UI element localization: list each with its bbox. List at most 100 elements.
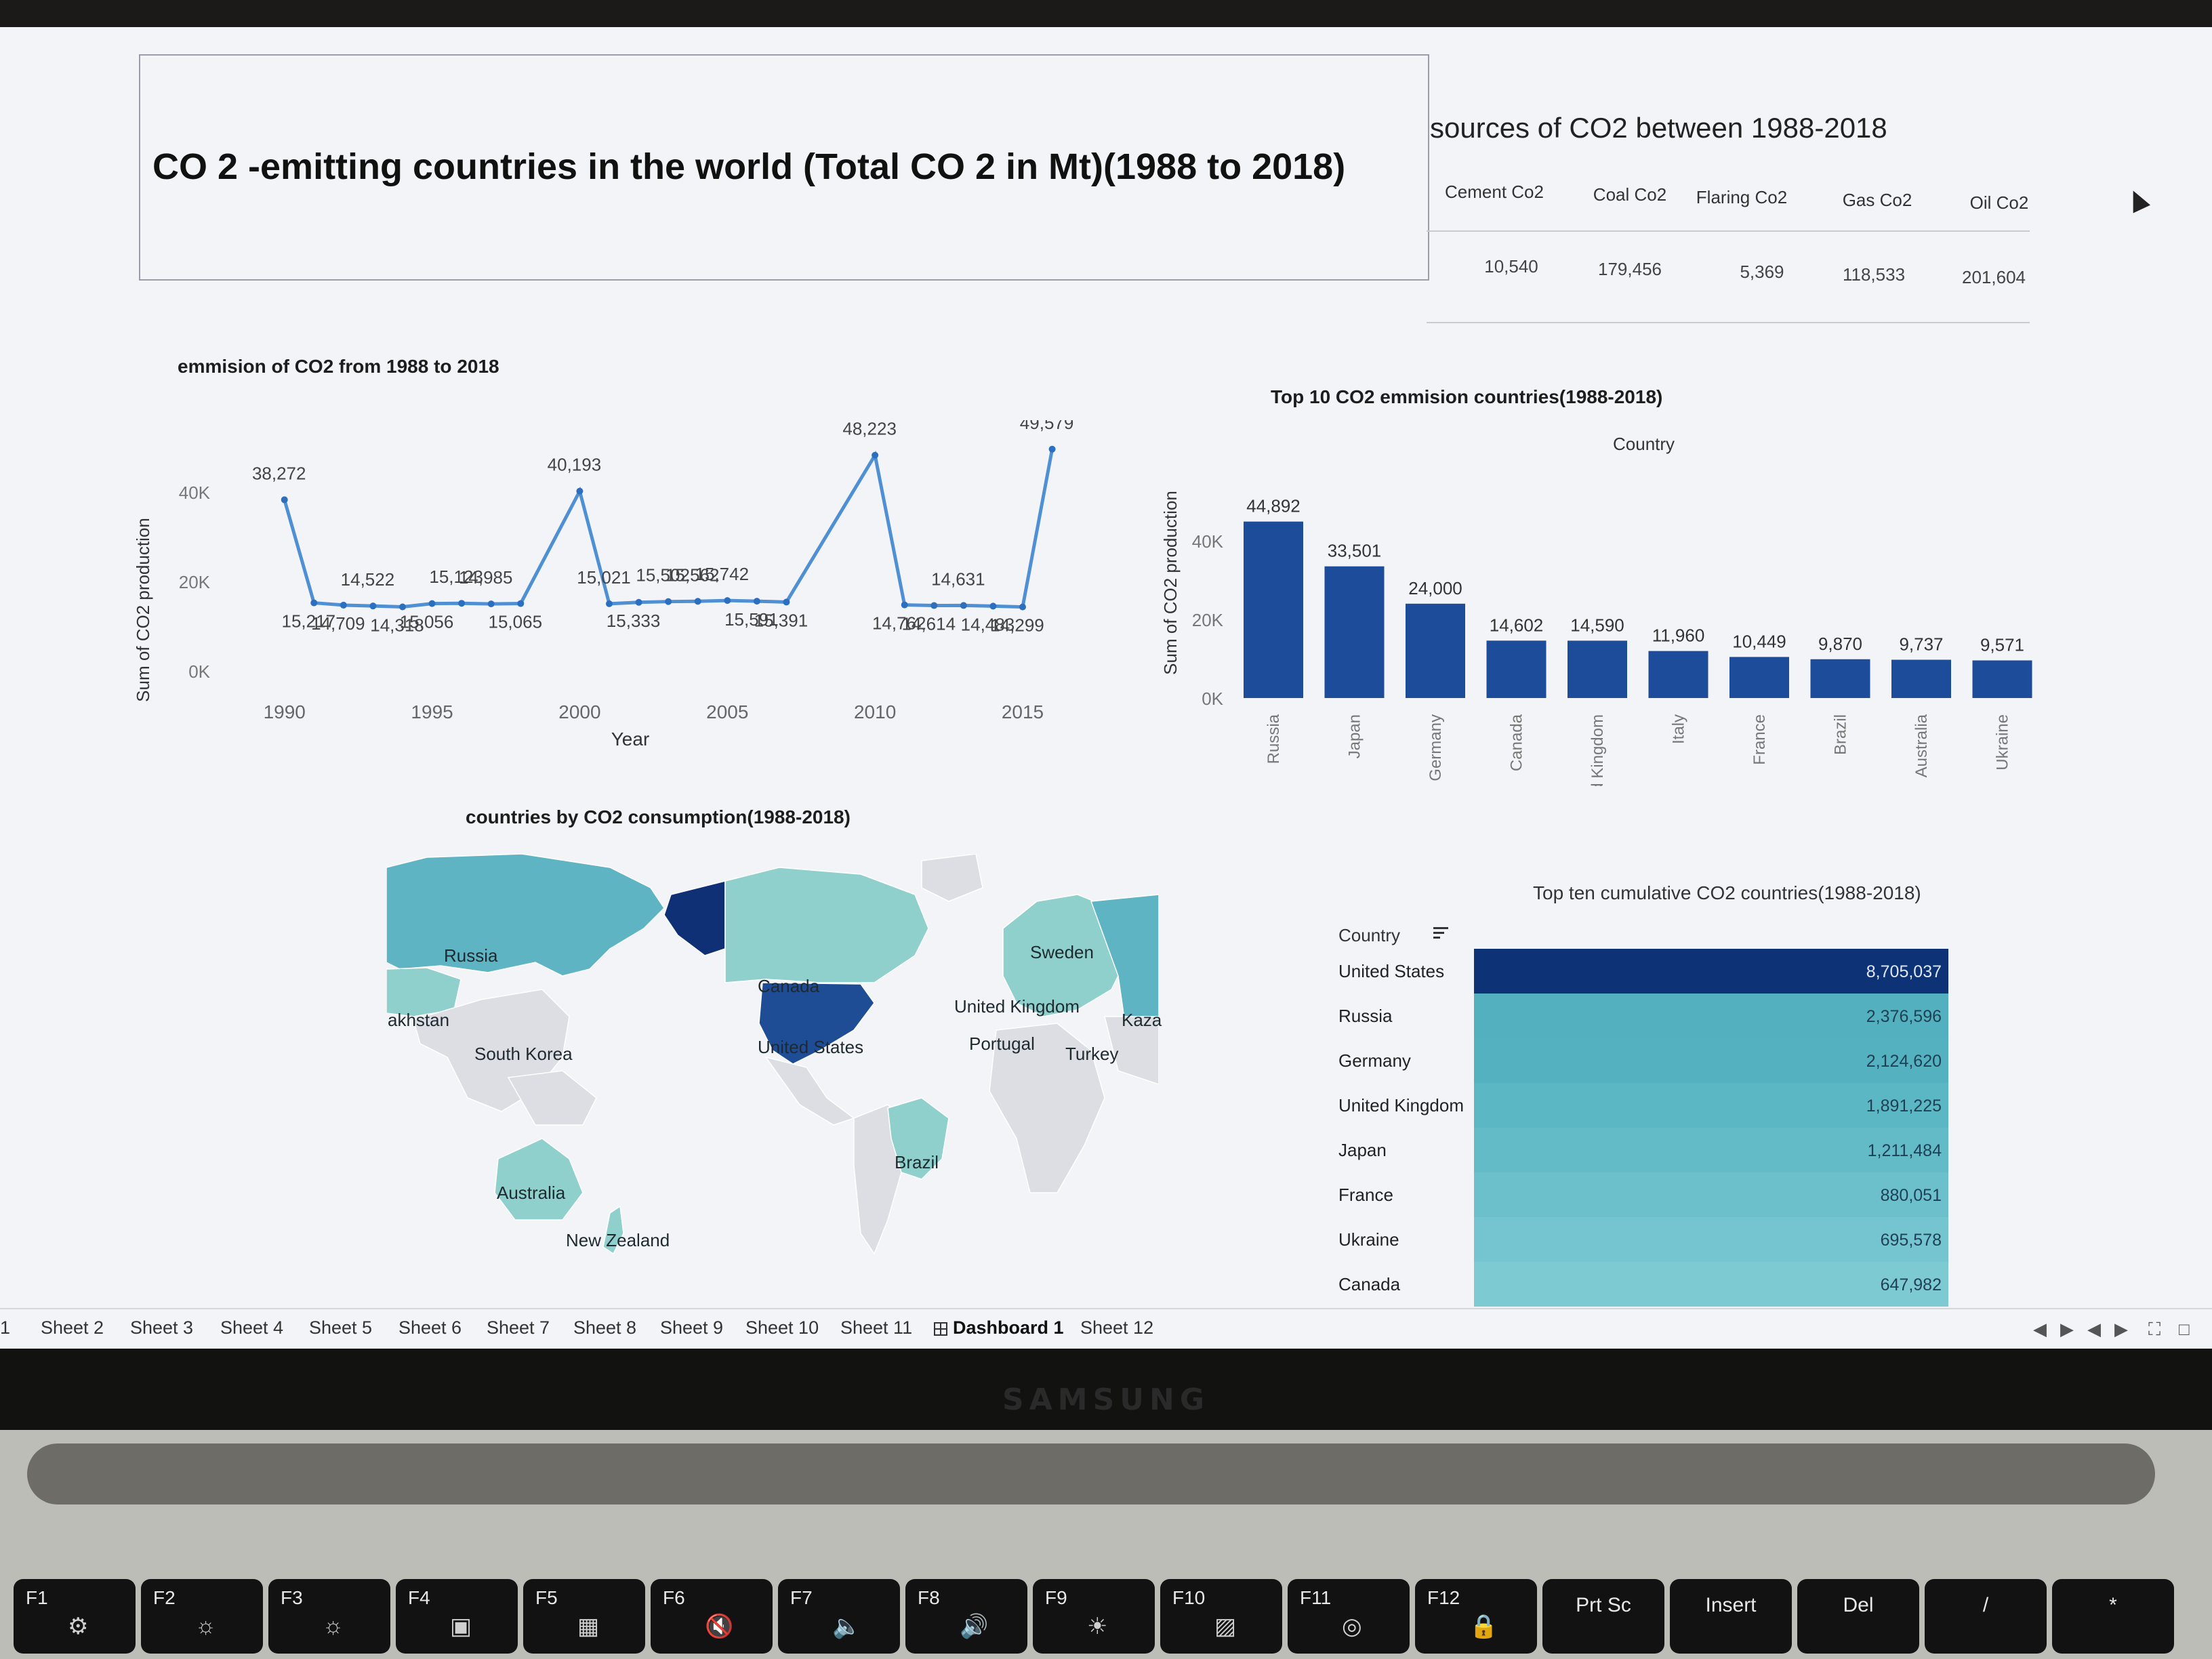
tab-scroll-end-icon[interactable]: ▶ bbox=[2114, 1319, 2128, 1340]
sort-icon[interactable] bbox=[1433, 927, 1448, 939]
tab-scroll-start-icon[interactable]: ◀ bbox=[2087, 1319, 2101, 1340]
map-title: countries by CO2 consumption(1988-2018) bbox=[466, 806, 851, 827]
table-header-country: Country bbox=[1338, 925, 1401, 945]
tab-sheet-2[interactable]: Sheet 2 bbox=[41, 1317, 104, 1338]
bar-data-label: 9,737 bbox=[1899, 634, 1943, 655]
bar-category-label: Brazil bbox=[1832, 714, 1850, 755]
line-point[interactable] bbox=[635, 598, 642, 606]
line-point[interactable] bbox=[487, 600, 495, 608]
bar[interactable] bbox=[1486, 640, 1547, 698]
line-point[interactable] bbox=[517, 600, 525, 607]
bar-y-tick: 0K bbox=[1202, 689, 1223, 709]
map-label: Kaza bbox=[1122, 1010, 1162, 1030]
line-point[interactable] bbox=[989, 602, 997, 610]
key-function-icon: ☀ bbox=[1087, 1614, 1108, 1639]
table-row-bar[interactable] bbox=[1474, 1217, 1948, 1262]
line-point[interactable] bbox=[960, 602, 967, 609]
bar-category-label: Australia bbox=[1912, 714, 1931, 777]
key-f11[interactable]: F11 ◎ bbox=[1288, 1579, 1410, 1654]
key-label: F5 bbox=[535, 1587, 558, 1608]
bar[interactable] bbox=[1324, 566, 1385, 698]
line-point[interactable] bbox=[340, 601, 347, 609]
tab-sheet-11[interactable]: Sheet 11 bbox=[840, 1317, 912, 1338]
map-label: akhstan bbox=[388, 1010, 450, 1030]
tab-sheet-10[interactable]: Sheet 10 bbox=[745, 1317, 819, 1338]
line-point[interactable] bbox=[872, 451, 879, 459]
tab-sheet-4[interactable]: Sheet 4 bbox=[220, 1317, 283, 1338]
key-f4[interactable]: F4 ▣ bbox=[396, 1579, 518, 1654]
bar[interactable] bbox=[1406, 603, 1465, 698]
bar-chart[interactable]: Sum of CO2 production 0K 20K 40K 44,892 Russi… bbox=[1152, 461, 2067, 786]
tab-sheet-7[interactable]: Sheet 7 bbox=[487, 1317, 550, 1338]
line-point[interactable] bbox=[724, 597, 731, 605]
key-insert[interactable]: Insert bbox=[1670, 1579, 1792, 1654]
key--[interactable]: * bbox=[2052, 1579, 2174, 1654]
bar[interactable] bbox=[1891, 659, 1951, 698]
tab-sheet-9[interactable]: Sheet 9 bbox=[660, 1317, 723, 1338]
tab-dashboard-1[interactable]: Dashboard 1 bbox=[934, 1317, 1064, 1338]
key--[interactable]: / bbox=[1925, 1579, 2047, 1654]
tab-scroll-right-icon[interactable]: ▶ bbox=[2060, 1319, 2074, 1340]
table-row-bar[interactable] bbox=[1474, 1262, 1948, 1307]
bar[interactable] bbox=[1568, 640, 1627, 698]
key-f8[interactable]: F8 🔊 bbox=[905, 1579, 1027, 1654]
present-icon[interactable]: □ bbox=[2179, 1319, 2190, 1340]
bar[interactable] bbox=[1648, 651, 1708, 698]
sources-val-coal: 179,456 bbox=[1598, 259, 1662, 279]
bar[interactable] bbox=[1244, 521, 1303, 698]
mouse-cursor-icon bbox=[2124, 186, 2151, 213]
key-f9[interactable]: F9 ☀ bbox=[1033, 1579, 1155, 1654]
line-point[interactable] bbox=[606, 600, 613, 607]
line-point[interactable] bbox=[399, 603, 406, 611]
key-label: F3 bbox=[281, 1587, 303, 1608]
line-point[interactable] bbox=[369, 602, 377, 610]
line-point[interactable] bbox=[901, 601, 908, 609]
bar-chart-header: Country bbox=[1613, 434, 1675, 454]
line-data-label: 38,272 bbox=[252, 463, 306, 483]
line-point[interactable] bbox=[930, 602, 938, 609]
line-point[interactable] bbox=[281, 496, 288, 504]
bar[interactable] bbox=[1810, 659, 1870, 698]
tab-sheet-5[interactable]: Sheet 5 bbox=[309, 1317, 372, 1338]
line-x-tick: 2015 bbox=[1002, 701, 1044, 722]
line-point[interactable] bbox=[310, 599, 318, 607]
key-f5[interactable]: F5 ▦ bbox=[523, 1579, 645, 1654]
bar[interactable] bbox=[1972, 660, 2032, 698]
key-f1[interactable]: F1 ⚙ bbox=[14, 1579, 136, 1654]
table-row-country: Ukraine bbox=[1338, 1229, 1399, 1250]
key-function-icon: ⚙ bbox=[68, 1614, 89, 1639]
tab-sheet-8[interactable]: Sheet 8 bbox=[573, 1317, 636, 1338]
sources-col-flaring: Flaring Co2 bbox=[1696, 187, 1788, 207]
tab-sheet-6[interactable]: Sheet 6 bbox=[398, 1317, 462, 1338]
key-prt-sc[interactable]: Prt Sc bbox=[1542, 1579, 1664, 1654]
bar[interactable] bbox=[1729, 657, 1789, 698]
line-point[interactable] bbox=[1019, 603, 1026, 611]
line-point[interactable] bbox=[783, 598, 790, 606]
line-point[interactable] bbox=[458, 600, 466, 607]
line-y-tick: 40K bbox=[179, 483, 211, 503]
line-point[interactable] bbox=[694, 598, 701, 605]
line-point[interactable] bbox=[753, 598, 760, 605]
tab-sheet-3[interactable]: Sheet 3 bbox=[130, 1317, 193, 1338]
key-f2[interactable]: F2 ☼ bbox=[141, 1579, 263, 1654]
line-point[interactable] bbox=[665, 598, 672, 605]
line-y-axis-label: Sum of CO2 production bbox=[133, 518, 153, 702]
table-row-bar[interactable] bbox=[1474, 1172, 1948, 1217]
key-f7[interactable]: F7 🔈 bbox=[778, 1579, 900, 1654]
key-f6[interactable]: F6 🔇 bbox=[651, 1579, 773, 1654]
line-point[interactable] bbox=[1048, 445, 1056, 453]
cumulative-table-chart[interactable]: United States 8,705,037 Russia 2,376,596 Ger… bbox=[1328, 949, 1972, 1308]
line-point[interactable] bbox=[428, 600, 436, 607]
tab-scroll-left-icon[interactable]: ◀ bbox=[2033, 1319, 2047, 1340]
fullscreen-icon[interactable]: ⛶ bbox=[2148, 1319, 2160, 1340]
key-f3[interactable]: F3 ☼ bbox=[268, 1579, 390, 1654]
key-f12[interactable]: F12 🔒 bbox=[1415, 1579, 1537, 1654]
line-chart[interactable]: Sum of CO2 production 0K 20K 40K 1990 1995 200… bbox=[129, 420, 1118, 800]
key-f10[interactable]: F10 ▨ bbox=[1160, 1579, 1282, 1654]
tab-sheet-1[interactable]: 1 bbox=[0, 1317, 10, 1338]
key-label: Insert bbox=[1705, 1594, 1757, 1616]
line-point[interactable] bbox=[576, 487, 583, 495]
bar-data-label: 11,960 bbox=[1652, 626, 1705, 646]
tab-sheet-12[interactable]: Sheet 12 bbox=[1080, 1317, 1153, 1338]
key-del[interactable]: Del bbox=[1797, 1579, 1919, 1654]
